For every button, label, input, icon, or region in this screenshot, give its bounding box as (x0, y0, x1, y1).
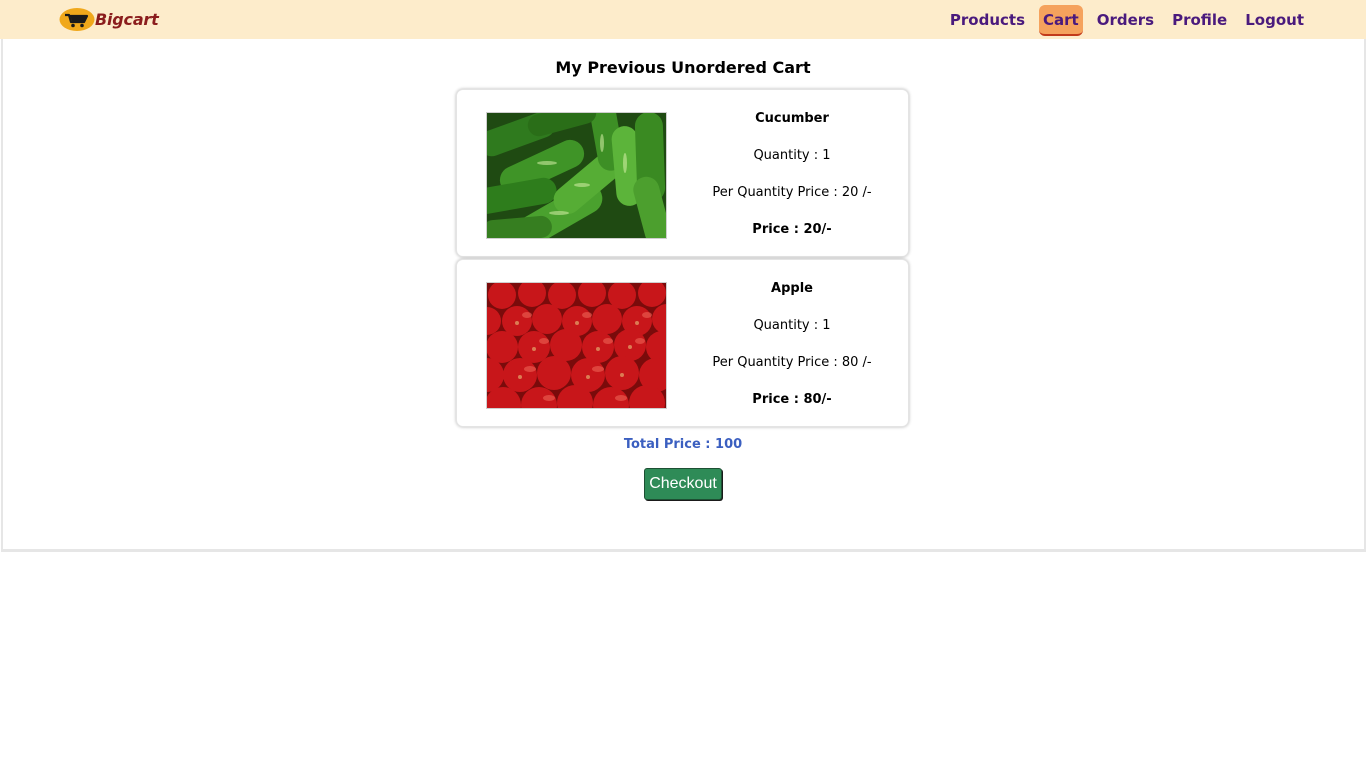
item-name: Cucumber (755, 111, 829, 126)
item-total-price: Price : 20/- (752, 222, 832, 237)
nav-logout-link[interactable]: Logout (1241, 5, 1308, 36)
brand[interactable]: Bigcart (59, 7, 159, 32)
nav-orders-link[interactable]: Orders (1093, 5, 1158, 36)
item-unit-price: Per Quantity Price : 20 /- (712, 185, 872, 200)
cart-total-price: Total Price : 100 (623, 437, 743, 452)
checkout-button[interactable]: Checkout (644, 468, 722, 500)
cart-item-card: Cucumber Quantity : 1 Per Quantity Price… (456, 89, 909, 257)
cart-logo-icon (59, 8, 95, 31)
item-quantity: Quantity : 1 (753, 148, 831, 163)
nav-cart-link[interactable]: Cart (1039, 5, 1083, 36)
item-quantity: Quantity : 1 (753, 318, 831, 333)
top-navbar: Bigcart Products Cart Orders Profile Log… (0, 0, 1366, 39)
cucumber-photo (487, 113, 666, 238)
apple-photo (487, 283, 666, 408)
nav-products-link[interactable]: Products (946, 5, 1029, 36)
cart-item-info: Apple Quantity : 1 Per Quantity Price : … (707, 279, 877, 410)
cart-item-card: Apple Quantity : 1 Per Quantity Price : … (456, 259, 909, 427)
nav-profile-link[interactable]: Profile (1168, 5, 1231, 36)
nav-links: Products Cart Orders Profile Logout (936, 5, 1308, 36)
cucumber-image (486, 112, 667, 239)
page-title: My Previous Unordered Cart (555, 58, 811, 77)
cart-item-info: Cucumber Quantity : 1 Per Quantity Price… (707, 109, 877, 240)
brand-name: Bigcart (95, 10, 159, 29)
item-unit-price: Per Quantity Price : 80 /- (712, 355, 872, 370)
apple-image (486, 282, 667, 409)
item-name: Apple (771, 281, 813, 296)
item-total-price: Price : 80/- (752, 392, 832, 407)
